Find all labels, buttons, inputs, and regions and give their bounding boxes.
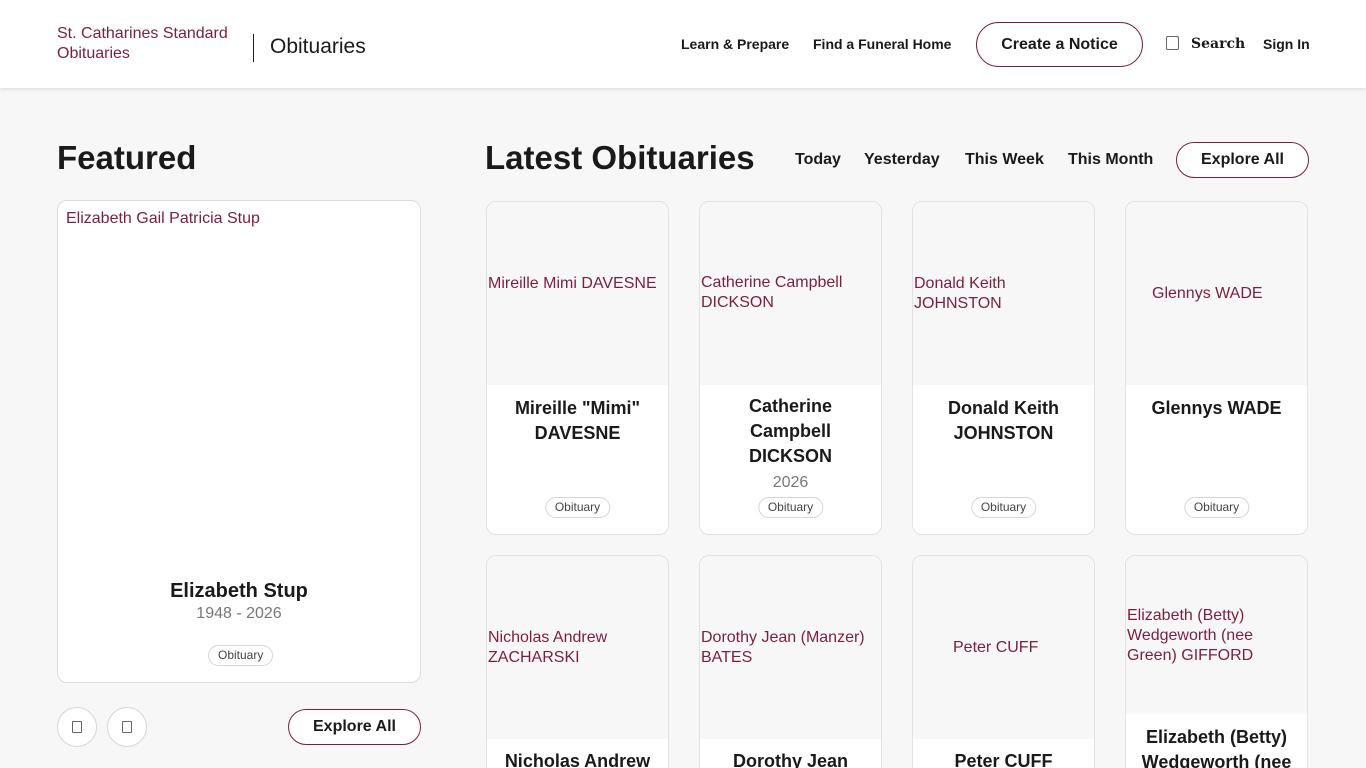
- obituary-card[interactable]: Donald Keith JOHNSTON Donald Keith JOHNS…: [912, 201, 1095, 535]
- obituary-card[interactable]: Dorothy Jean (Manzer) BATES Dorothy Jean: [699, 555, 882, 768]
- obituary-photo-alt: Mireille Mimi DAVESNE: [488, 275, 657, 292]
- filter-today[interactable]: Today: [795, 150, 841, 170]
- obituary-name: Peter CUFF: [954, 751, 1053, 768]
- brand-title[interactable]: Obituaries: [270, 35, 366, 59]
- featured-image: Elizabeth Gail Patricia Stup: [66, 210, 260, 227]
- obituary-photo-alt: Catherine Campbell DICKSON: [701, 274, 843, 311]
- latest-explore-all-button[interactable]: Explore All: [1176, 142, 1309, 178]
- obituary-photo: Donald Keith JOHNSTON: [913, 202, 1094, 385]
- obituary-photo: Mireille Mimi DAVESNE: [487, 202, 668, 385]
- obituary-photo: Elizabeth (Betty) Wedgeworth (nee Green)…: [1126, 556, 1307, 714]
- obituary-name: Glennys WADE: [1151, 398, 1282, 418]
- obituary-photo-alt: Elizabeth (Betty) Wedgeworth (nee Green)…: [1127, 607, 1254, 664]
- obituary-card[interactable]: Glennys WADE Glennys WADE Obituary: [1125, 201, 1308, 535]
- featured-dates: 1948 - 2026: [196, 605, 282, 622]
- obituary-card[interactable]: Catherine Campbell DICKSON Catherine Cam…: [699, 201, 882, 535]
- obituary-photo: Glennys WADE: [1126, 202, 1307, 385]
- obituary-name: Donald Keith JOHNSTON: [948, 398, 1059, 443]
- obituary-badge: Obituary: [970, 497, 1037, 518]
- obituary-card[interactable]: Mireille Mimi DAVESNE Mireille "Mimi" DA…: [486, 201, 669, 535]
- featured-name: Elizabeth Stup: [170, 580, 308, 602]
- featured-title: Featured: [57, 139, 197, 176]
- obituary-badge: Obituary: [1183, 497, 1250, 518]
- obituary-photo: Peter CUFF: [913, 556, 1094, 739]
- obituary-card[interactable]: Elizabeth (Betty) Wedgeworth (nee Green)…: [1125, 555, 1308, 768]
- obituary-name: Dorothy Jean: [732, 751, 849, 768]
- nav-learn-prepare[interactable]: Learn & Prepare: [681, 35, 789, 53]
- filter-this-month[interactable]: This Month: [1068, 150, 1153, 170]
- obituary-card[interactable]: Nicholas Andrew ZACHARSKI Nicholas Andre…: [486, 555, 669, 768]
- filter-yesterday[interactable]: Yesterday: [864, 150, 940, 170]
- featured-badge: Obituary: [208, 645, 274, 666]
- chevron-right-icon: [122, 721, 132, 733]
- obituary-photo-alt: Dorothy Jean (Manzer) BATES: [701, 629, 865, 666]
- carousel-prev-button[interactable]: [57, 707, 97, 747]
- obituary-photo: Dorothy Jean (Manzer) BATES: [700, 556, 881, 739]
- nav-find-funeral-home[interactable]: Find a Funeral Home: [813, 35, 951, 53]
- obituary-photo-alt: Donald Keith JOHNSTON: [914, 275, 1006, 312]
- obituary-photo: Catherine Campbell DICKSON: [700, 202, 881, 385]
- site-header: St. Catharines Standard Obituaries Obitu…: [0, 0, 1366, 88]
- obituary-name: Nicholas Andrew: [504, 751, 651, 768]
- obituary-name: Mireille "Mimi" DAVESNE: [514, 398, 641, 443]
- site-logo[interactable]: St. Catharines Standard Obituaries: [57, 24, 247, 64]
- chevron-left-icon: [72, 721, 82, 733]
- obituary-name: Catherine Campbell DICKSON: [748, 396, 833, 466]
- search-icon[interactable]: [1166, 36, 1179, 50]
- latest-title: Latest Obituaries: [485, 139, 755, 176]
- obituary-photo-alt: Peter CUFF: [953, 639, 1039, 656]
- create-notice-button[interactable]: Create a Notice: [976, 22, 1143, 67]
- obituary-badge: Obituary: [757, 497, 824, 518]
- obituary-year: 2026: [772, 474, 809, 491]
- logo-divider: [253, 34, 254, 62]
- sign-in-link[interactable]: Sign In: [1263, 35, 1310, 53]
- obituary-badge: Obituary: [544, 497, 611, 518]
- obituary-photo: Nicholas Andrew ZACHARSKI: [487, 556, 668, 739]
- obituary-name: Elizabeth (Betty) Wedgeworth (nee: [1141, 727, 1292, 768]
- obituary-photo-alt: Glennys WADE: [1152, 285, 1263, 302]
- featured-card[interactable]: Elizabeth Gail Patricia Stup Elizabeth S…: [57, 200, 421, 683]
- carousel-next-button[interactable]: [107, 707, 147, 747]
- obituary-photo-alt: Nicholas Andrew ZACHARSKI: [488, 629, 608, 666]
- search-button[interactable]: Search: [1191, 35, 1245, 53]
- obituary-card[interactable]: Peter CUFF Peter CUFF: [912, 555, 1095, 768]
- featured-explore-all-button[interactable]: Explore All: [288, 709, 421, 745]
- filter-this-week[interactable]: This Week: [965, 150, 1044, 170]
